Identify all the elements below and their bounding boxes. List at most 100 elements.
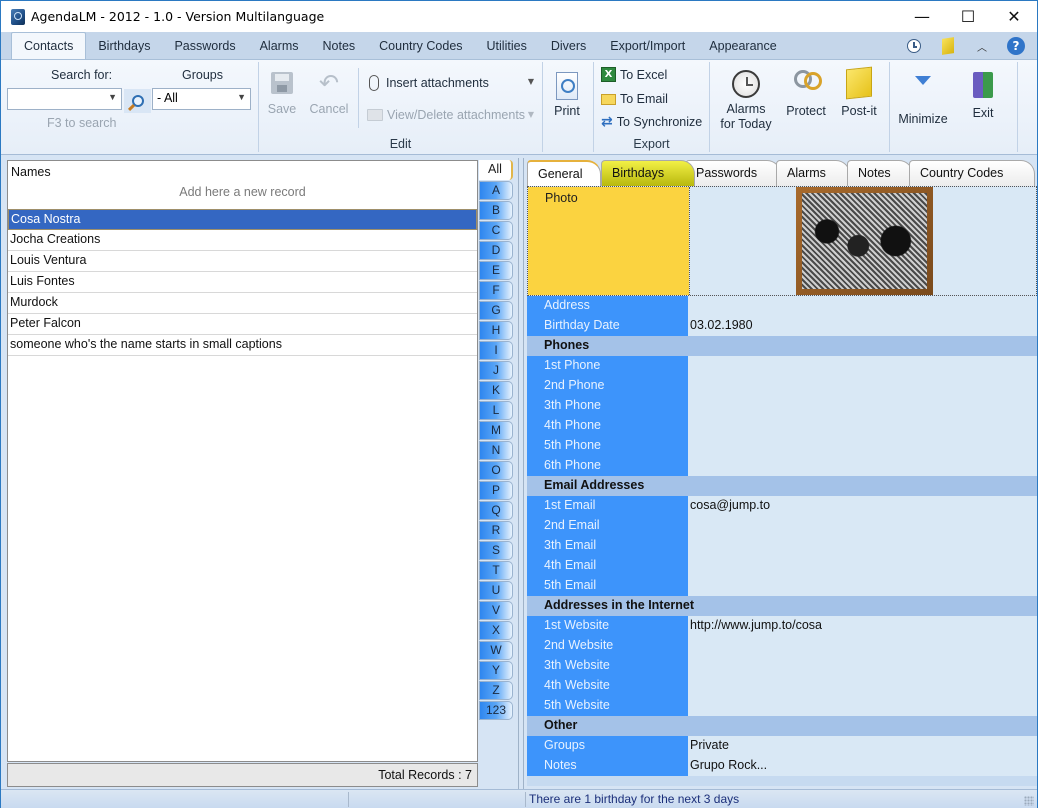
menu-tab-utilities[interactable]: Utilities xyxy=(475,32,539,59)
alpha-tab-w[interactable]: W xyxy=(479,641,513,660)
alpha-tab-f[interactable]: F xyxy=(479,281,513,300)
field-value[interactable] xyxy=(688,436,1037,456)
menu-tab-country-codes[interactable]: Country Codes xyxy=(367,32,474,59)
names-column-header[interactable]: Names xyxy=(11,165,51,179)
alpha-tab-p[interactable]: P xyxy=(479,481,513,500)
section-header[interactable]: Other xyxy=(527,716,1037,736)
alpha-tab-h[interactable]: H xyxy=(479,321,513,340)
photo-cell[interactable] xyxy=(689,187,1036,295)
field-value[interactable] xyxy=(688,396,1037,416)
field-value[interactable] xyxy=(688,576,1037,596)
pane-splitter[interactable] xyxy=(518,158,524,789)
contact-photo[interactable] xyxy=(796,187,933,295)
field-value[interactable] xyxy=(688,676,1037,696)
menu-tab-divers[interactable]: Divers xyxy=(539,32,598,59)
alpha-tab-k[interactable]: K xyxy=(479,381,513,400)
alpha-tab-123[interactable]: 123 xyxy=(479,701,513,720)
field-value[interactable]: Grupo Rock... xyxy=(688,756,1037,776)
alpha-tab-y[interactable]: Y xyxy=(479,661,513,680)
field-value[interactable] xyxy=(688,696,1037,716)
save-button[interactable]: Save xyxy=(267,72,297,116)
alpha-tab-d[interactable]: D xyxy=(479,241,513,260)
search-input[interactable]: ▼ xyxy=(7,88,122,110)
alpha-tab-z[interactable]: Z xyxy=(479,681,513,700)
field-value[interactable] xyxy=(688,516,1037,536)
field-value[interactable] xyxy=(688,356,1037,376)
alpha-tab-q[interactable]: Q xyxy=(479,501,513,520)
detail-tab-notes[interactable]: Notes xyxy=(847,160,913,186)
list-item[interactable]: Louis Ventura xyxy=(8,251,477,272)
alpha-tab-g[interactable]: G xyxy=(479,301,513,320)
alpha-tab-l[interactable]: L xyxy=(479,401,513,420)
field-value[interactable]: http://www.jump.to/cosa xyxy=(688,616,1037,636)
to-synchronize-button[interactable]: ⇄ To Synchronize xyxy=(601,115,702,129)
field-value[interactable] xyxy=(688,416,1037,436)
list-item[interactable]: Luis Fontes xyxy=(8,272,477,293)
detail-tab-birthdays[interactable]: Birthdays xyxy=(601,160,695,186)
list-item[interactable]: Murdock xyxy=(8,293,477,314)
postit-button[interactable]: Post-it xyxy=(837,66,881,118)
field-value[interactable] xyxy=(688,456,1037,476)
close-window-button[interactable]: ✕ xyxy=(991,1,1037,32)
maximize-window-button[interactable]: ☐ xyxy=(945,1,991,32)
menu-tab-alarms[interactable]: Alarms xyxy=(248,32,311,59)
insert-attachments-button[interactable]: Insert attachments ▼ xyxy=(369,75,534,91)
print-button[interactable]: Print xyxy=(549,72,585,118)
field-value[interactable] xyxy=(688,296,1037,316)
list-item[interactable]: Jocha Creations xyxy=(8,230,477,251)
alarm-clock-button[interactable] xyxy=(897,35,931,57)
alpha-tab-m[interactable]: M xyxy=(479,421,513,440)
detail-tab-passwords[interactable]: Passwords xyxy=(685,160,781,186)
alpha-tab-j[interactable]: J xyxy=(479,361,513,380)
alpha-tab-c[interactable]: C xyxy=(479,221,513,240)
field-value[interactable] xyxy=(688,636,1037,656)
alpha-tab-e[interactable]: E xyxy=(479,261,513,280)
field-value[interactable] xyxy=(688,556,1037,576)
field-value[interactable] xyxy=(688,656,1037,676)
alpha-tab-s[interactable]: S xyxy=(479,541,513,560)
menu-tab-notes[interactable]: Notes xyxy=(311,32,368,59)
to-email-button[interactable]: To Email xyxy=(601,92,668,106)
menu-tab-appearance[interactable]: Appearance xyxy=(697,32,788,59)
alpha-tab-o[interactable]: O xyxy=(479,461,513,480)
resize-grip-icon[interactable] xyxy=(1024,796,1034,806)
menu-tab-contacts[interactable]: Contacts xyxy=(11,32,87,59)
cancel-button[interactable]: ↶ Cancel xyxy=(309,71,349,116)
collapse-ribbon-button[interactable]: ︿ xyxy=(965,35,999,57)
alpha-tab-x[interactable]: X xyxy=(479,621,513,640)
menu-tab-passwords[interactable]: Passwords xyxy=(162,32,247,59)
detail-tab-country-codes[interactable]: Country Codes xyxy=(909,160,1035,186)
groups-select[interactable]: - All ▼ xyxy=(152,88,251,110)
alarms-for-today-button[interactable]: Alarms for Today xyxy=(715,70,777,132)
detail-tab-alarms[interactable]: Alarms xyxy=(776,160,850,186)
postit-quick-button[interactable] xyxy=(931,35,965,57)
add-new-record-row[interactable]: Add here a new record xyxy=(8,185,477,199)
alpha-tab-u[interactable]: U xyxy=(479,581,513,600)
minimize-app-button[interactable]: Minimize xyxy=(895,68,951,126)
view-delete-attachments-button[interactable]: View/Delete attachments ▼ xyxy=(367,108,534,122)
section-header[interactable]: Email Addresses xyxy=(527,476,1037,496)
field-value[interactable]: cosa@jump.to xyxy=(688,496,1037,516)
menu-tab-export-import[interactable]: Export/Import xyxy=(598,32,697,59)
minimize-window-button[interactable]: — xyxy=(899,1,945,32)
list-item[interactable]: Peter Falcon xyxy=(8,314,477,335)
search-button[interactable] xyxy=(124,89,151,113)
alpha-tab-r[interactable]: R xyxy=(479,521,513,540)
alpha-tab-a[interactable]: A xyxy=(479,181,513,200)
list-item[interactable]: Cosa Nostra xyxy=(8,209,477,230)
alpha-tab-all[interactable]: All xyxy=(479,160,513,180)
list-item[interactable]: someone who's the name starts in small c… xyxy=(8,335,477,356)
section-header[interactable]: Addresses in the Internet xyxy=(527,596,1037,616)
help-button[interactable]: ? xyxy=(999,35,1033,57)
menu-tab-birthdays[interactable]: Birthdays xyxy=(86,32,162,59)
alpha-tab-t[interactable]: T xyxy=(479,561,513,580)
field-value[interactable]: Private xyxy=(688,736,1037,756)
alpha-tab-i[interactable]: I xyxy=(479,341,513,360)
exit-button[interactable]: Exit xyxy=(965,72,1001,120)
section-header[interactable]: Phones xyxy=(527,336,1037,356)
alpha-tab-n[interactable]: N xyxy=(479,441,513,460)
field-value[interactable] xyxy=(688,376,1037,396)
alpha-tab-b[interactable]: B xyxy=(479,201,513,220)
detail-tab-general[interactable]: General xyxy=(527,160,601,186)
field-value[interactable]: 03.02.1980 xyxy=(688,316,1037,336)
